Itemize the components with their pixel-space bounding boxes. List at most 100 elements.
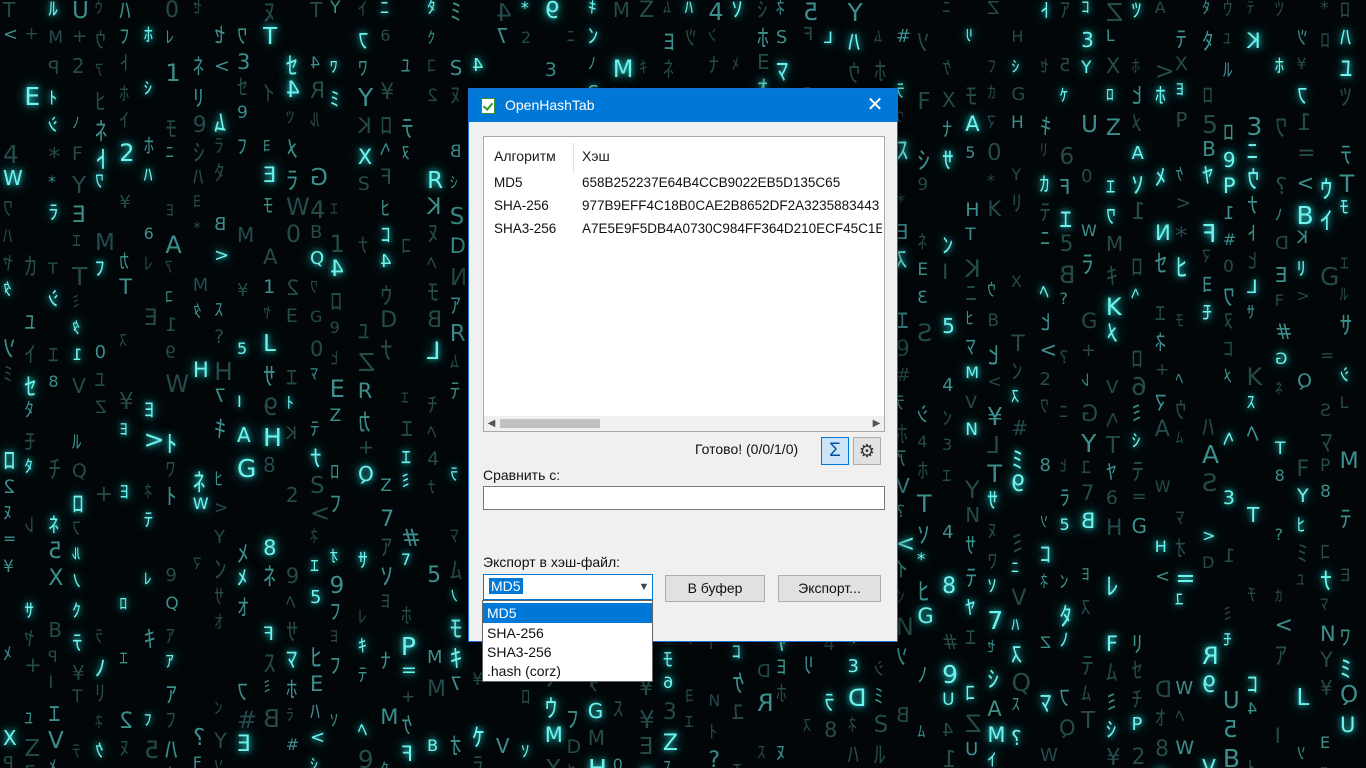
matrix-glyph: ｴ <box>965 626 977 651</box>
matrix-glyph: ｲ <box>263 82 275 107</box>
matrix-glyph: ﾔ <box>566 764 575 768</box>
matrix-glyph: ﾊ <box>1011 615 1020 634</box>
scroll-left-icon[interactable]: ◀ <box>484 416 499 431</box>
matrix-glyph: ﾙ <box>71 544 80 563</box>
matrix-glyph: B <box>1081 509 1096 533</box>
matrix-glyph: D <box>1274 233 1289 254</box>
matrix-glyph: L <box>427 337 441 365</box>
row-algorithm: MD5 <box>494 175 523 190</box>
matrix-glyph: ｴ <box>400 445 411 469</box>
matrix-glyph: ｿ <box>917 28 930 57</box>
dropdown-option[interactable]: SHA3-256 <box>483 642 652 662</box>
column-algorithm[interactable]: Алгоритм <box>494 148 556 164</box>
matrix-glyph: ｵ <box>214 612 224 633</box>
matrix-glyph: ﾐ <box>1222 604 1232 625</box>
matrix-glyph: ﾗ <box>1081 250 1094 279</box>
matrix-glyph: ﾋ <box>1296 515 1306 536</box>
matrix-glyph: 9 <box>1202 673 1217 698</box>
matrix-glyph: V <box>965 393 977 413</box>
matrix-glyph: ｶ <box>119 249 130 273</box>
settings-button[interactable]: ⚙ <box>853 437 881 465</box>
horizontal-scrollbar[interactable]: ◀ ▶ <box>484 416 884 431</box>
matrix-glyph: 2 <box>285 276 300 300</box>
matrix-glyph: ｾ <box>987 637 996 656</box>
matrix-glyph: ﾃ <box>1175 27 1187 53</box>
matrix-glyph: 3 <box>236 50 251 74</box>
copy-to-clipboard-button[interactable]: В буфер <box>665 575 765 602</box>
matrix-glyph: ﾑ <box>662 0 671 17</box>
matrix-glyph: ｽ <box>263 649 276 678</box>
matrix-glyph: K <box>987 197 1002 221</box>
compare-input[interactable] <box>483 486 885 510</box>
table-row[interactable]: SHA3-256 A7E5E9F5DB4A0730C984FF364D210EC… <box>484 219 884 241</box>
matrix-glyph: ﾛ <box>380 111 393 140</box>
column-divider[interactable] <box>573 143 574 173</box>
matrix-glyph: ﾆ <box>380 0 390 19</box>
matrix-glyph: B <box>427 736 439 755</box>
hash-list[interactable]: Алгоритм Хэш MD5 658B252237E64B4CCB9022E… <box>483 136 885 432</box>
matrix-glyph: 4 <box>380 251 392 272</box>
matrix-glyph: 0 <box>1081 166 1093 187</box>
matrix-glyph: 9 <box>1222 148 1236 172</box>
matrix-glyph: * <box>192 218 201 237</box>
matrix-glyph: 2 <box>2 476 16 498</box>
matrix-glyph: T <box>965 225 976 245</box>
matrix-glyph: ﾆ <box>1039 226 1050 250</box>
matrix-glyph: ｴ <box>1154 302 1166 327</box>
table-row[interactable]: MD5 658B252237E64B4CCB9022EB5D135C65 <box>484 173 884 195</box>
matrix-glyph: M <box>236 223 255 247</box>
column-hash[interactable]: Хэш <box>582 148 610 164</box>
matrix-glyph: A <box>1202 440 1220 469</box>
matrix-glyph: ﾐ <box>263 677 272 696</box>
matrix-glyph: ﾌ <box>119 24 130 48</box>
dropdown-option[interactable]: .hash (corz) <box>483 661 652 681</box>
matrix-glyph: ﾖ <box>1081 565 1090 585</box>
matrix-glyph: < <box>310 499 331 527</box>
format-dropdown-list[interactable]: MD5 SHA-256 SHA3-256 .hash (corz) <box>482 600 653 682</box>
matrix-glyph: ｿ <box>2 334 16 363</box>
sigma-icon: Σ <box>829 440 841 461</box>
scrollbar-thumb[interactable] <box>500 419 600 428</box>
matrix-glyph: B <box>895 703 910 727</box>
matrix-glyph: ｴ <box>1339 254 1349 274</box>
matrix-glyph: ｶ <box>987 83 996 103</box>
dropdown-option[interactable]: SHA-256 <box>483 623 652 643</box>
matrix-glyph: ﾉ <box>71 571 81 592</box>
matrix-glyph: ﾍ <box>380 137 391 161</box>
matrix-glyph: H <box>965 199 980 221</box>
chevron-down-icon[interactable]: ▼ <box>636 575 652 599</box>
matrix-glyph: ｼ <box>1131 431 1141 452</box>
matrix-glyph: ﾊ <box>1339 26 1351 51</box>
table-row[interactable]: SHA-256 977B9EFF4C18B0CAE2B8652DF2A32358… <box>484 196 884 218</box>
close-button[interactable]: ✕ <box>853 89 897 122</box>
title-bar[interactable]: OpenHashTab ✕ <box>469 89 897 122</box>
matrix-glyph: I <box>942 260 949 284</box>
matrix-glyph: ﾎ <box>400 604 412 629</box>
matrix-glyph: T <box>310 0 323 22</box>
matrix-glyph: B <box>449 142 462 162</box>
export-button[interactable]: Экспорт... <box>778 575 881 602</box>
matrix-glyph: M <box>544 723 563 747</box>
export-format-select[interactable]: MD5 ▼ <box>483 574 653 600</box>
matrix-glyph: # <box>895 26 911 47</box>
sum-button[interactable]: Σ <box>821 437 849 465</box>
matrix-glyph: ｵ <box>236 595 249 621</box>
matrix-glyph: ? <box>1274 174 1287 200</box>
matrix-glyph: ｺ <box>1081 0 1090 18</box>
matrix-glyph: ﾜ <box>2 196 13 220</box>
dropdown-option[interactable]: MD5 <box>483 603 652 623</box>
matrix-glyph: A <box>987 697 1002 721</box>
matrix-glyph: + <box>71 26 87 47</box>
scroll-right-icon[interactable]: ▶ <box>869 416 884 431</box>
matrix-glyph: 6 <box>1105 487 1119 509</box>
matrix-glyph: M <box>587 726 605 750</box>
matrix-glyph: ｿ <box>987 576 997 597</box>
matrix-glyph: G <box>1011 84 1026 105</box>
matrix-glyph: 1 <box>1131 199 1147 225</box>
matrix-glyph: 0 <box>987 140 1002 166</box>
matrix-glyph: 9 <box>165 565 177 586</box>
matrix-glyph: * <box>48 172 57 191</box>
matrix-glyph: ｼ <box>873 658 884 680</box>
matrix-glyph: # <box>895 365 911 386</box>
matrix-glyph: ﾓ <box>1222 630 1232 650</box>
